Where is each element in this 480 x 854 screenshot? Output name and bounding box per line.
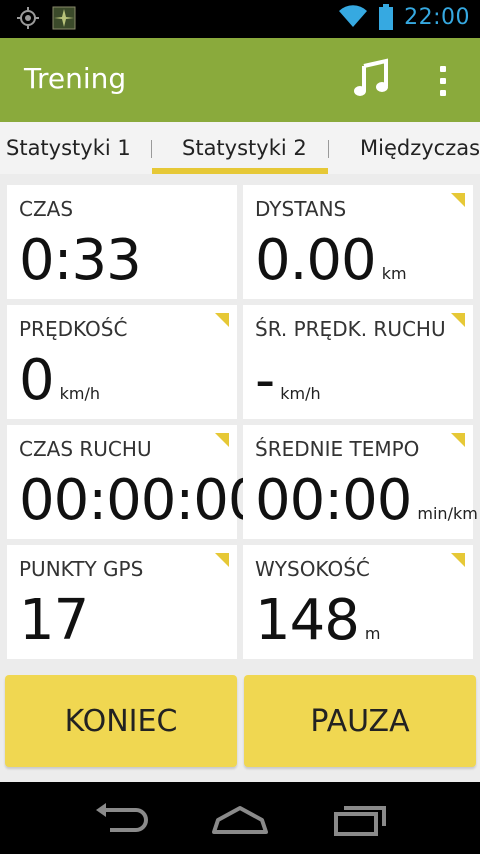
stat-label: CZAS [19, 197, 74, 221]
stat-label: WYSOKOŚĆ [255, 557, 370, 581]
pause-button[interactable]: PAUZA [244, 675, 476, 767]
stat-label: PRĘDKOŚĆ [19, 317, 128, 341]
corner-triangle-icon [451, 553, 465, 567]
stat-punkty-gps[interactable]: PUNKTY GPS 17 [7, 545, 237, 659]
stat-value: 00:00:00 [19, 468, 264, 533]
stat-unit: km/h [59, 384, 101, 403]
corner-triangle-icon [451, 193, 465, 207]
corner-triangle-icon [451, 433, 465, 447]
tab-statystyki-2[interactable]: Statystyki 2 [182, 136, 307, 160]
stat-label: ŚR. PRĘDK. RUCHU [255, 317, 446, 341]
stat-unit: m [364, 624, 381, 643]
tab-indicator [152, 168, 328, 174]
tab-divider [151, 140, 152, 158]
stat-label: DYSTANS [255, 197, 347, 221]
stat-value: - [255, 348, 275, 413]
gps-icon [17, 7, 39, 29]
stat-unit: km [381, 264, 407, 283]
corner-triangle-icon [215, 313, 229, 327]
stat-value: 17 [19, 588, 89, 653]
tab-divider [328, 140, 329, 158]
tab-statystyki-1[interactable]: Statystyki 1 [6, 136, 131, 160]
home-icon[interactable] [210, 800, 270, 836]
action-bar: Trening [0, 38, 480, 122]
stat-dystans[interactable]: DYSTANS 0.00 km [243, 185, 473, 299]
recent-apps-icon[interactable] [330, 800, 390, 836]
stat-value: 148 [255, 588, 360, 653]
end-button[interactable]: KONIEC [5, 675, 237, 767]
stat-label: CZAS RUCHU [19, 437, 152, 461]
stat-value: 00:00 [255, 468, 412, 533]
compass-app-icon [52, 6, 76, 30]
stat-wysokosc[interactable]: WYSOKOŚĆ 148 m [243, 545, 473, 659]
back-icon[interactable] [90, 800, 150, 836]
stat-value: 0 [19, 348, 55, 413]
music-note-icon[interactable] [354, 58, 390, 98]
tab-miedzyczasy[interactable]: Międzyczasy [360, 136, 480, 160]
status-time: 22:00 [404, 4, 470, 30]
corner-triangle-icon [451, 313, 465, 327]
stat-sr-predk-ruchu[interactable]: ŚR. PRĘDK. RUCHU - km/h [243, 305, 473, 419]
screen-title: Trening [24, 62, 127, 95]
navigation-bar [0, 782, 480, 854]
battery-icon [379, 4, 394, 30]
tab-strip: Statystyki 1 Statystyki 2 Międzyczasy [0, 122, 480, 174]
overflow-menu-icon[interactable] [436, 66, 450, 96]
stat-unit: km/h [280, 384, 321, 403]
corner-triangle-icon [215, 553, 229, 567]
stat-unit: min/km [417, 504, 478, 523]
stat-srednie-tempo[interactable]: ŚREDNIE TEMPO 00:00 min/km [243, 425, 478, 539]
stat-czas-ruchu[interactable]: CZAS RUCHU 00:00:00 [7, 425, 264, 539]
corner-triangle-icon [215, 433, 229, 447]
stat-czas[interactable]: CZAS 0:33 [7, 185, 237, 299]
stat-label: PUNKTY GPS [19, 557, 144, 581]
stat-predkosc[interactable]: PRĘDKOŚĆ 0 km/h [7, 305, 237, 419]
stat-value: 0:33 [19, 228, 142, 293]
stat-label: ŚREDNIE TEMPO [255, 437, 420, 461]
status-bar: 22:00 [0, 0, 480, 38]
wifi-icon [339, 5, 368, 27]
stat-value: 0.00 [255, 228, 377, 293]
